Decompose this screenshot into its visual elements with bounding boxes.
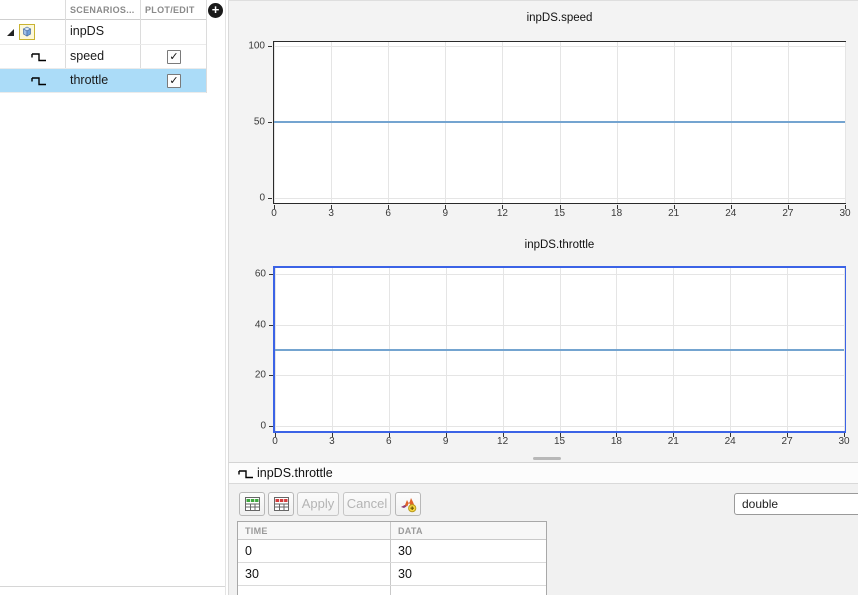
time-cell[interactable]: 0 xyxy=(238,540,391,562)
plot-edit-checkbox[interactable]: ✓ xyxy=(167,74,181,88)
tree-row-label: throttle xyxy=(70,73,109,87)
x-tick-label: 27 xyxy=(781,436,793,447)
tree-row-throttle[interactable]: throttle ✓ xyxy=(0,69,206,93)
tree-header-row: SCENARIOS... PLOT/EDIT xyxy=(0,0,206,20)
y-tick-label: 0 xyxy=(260,420,266,432)
x-tick-label: 30 xyxy=(838,436,850,447)
panel-bottom-border xyxy=(0,586,225,587)
y-tickmark xyxy=(269,273,273,275)
x-tick-label: 9 xyxy=(442,208,449,219)
delete-row-button[interactable] xyxy=(268,492,294,516)
x-gridline xyxy=(845,42,846,203)
plot-title-throttle: inpDS.throttle xyxy=(524,239,595,251)
panel-splitter[interactable] xyxy=(225,0,226,595)
x-tick-label: 12 xyxy=(496,208,508,219)
table-row[interactable]: 0 30 xyxy=(238,540,546,563)
plot-edit-column-header: PLOT/EDIT xyxy=(145,5,195,15)
table-header-row: TIME DATA xyxy=(238,522,546,540)
signal-edit-panel: inpDS.throttle Apply Cancel double TIME … xyxy=(228,462,858,595)
edited-signal-header: inpDS.throttle xyxy=(229,463,858,484)
matlab-expression-button[interactable] xyxy=(395,492,421,516)
signal-editor-window: SCENARIOS... PLOT/EDIT inpDS speed ✓ thr… xyxy=(0,0,858,595)
x-tick-label: 30 xyxy=(839,208,851,219)
table-row[interactable]: 30 30 xyxy=(238,563,546,586)
signal-step-icon xyxy=(238,466,254,482)
tree-row-speed[interactable]: speed ✓ xyxy=(0,45,206,69)
x-tick-label: 9 xyxy=(442,436,449,447)
plot-title-speed: inpDS.speed xyxy=(526,12,593,24)
plot-edit-checkbox[interactable]: ✓ xyxy=(167,50,181,64)
y-tickmark xyxy=(268,122,272,124)
x-tick-label: 27 xyxy=(782,208,794,219)
h-scrollbar-thumb[interactable] xyxy=(533,457,561,460)
data-cell[interactable]: 30 xyxy=(391,563,546,585)
dataset-cube-icon xyxy=(19,24,35,40)
insert-row-button[interactable] xyxy=(239,492,265,516)
column-divider xyxy=(206,0,207,93)
signal-step-icon xyxy=(31,49,47,65)
plot-box-throttle[interactable]: 0 20 40 60 0 3 6 9 12 15 18 21 24 27 30 xyxy=(255,266,850,447)
time-cell[interactable] xyxy=(238,586,391,595)
x-tick-label: 21 xyxy=(668,208,680,219)
y-tickmark xyxy=(268,45,272,47)
x-tick-label: 0 xyxy=(271,208,277,219)
x-tick-label: 3 xyxy=(328,208,334,219)
apply-button[interactable]: Apply xyxy=(297,492,339,516)
table-row-empty[interactable] xyxy=(238,586,546,595)
x-tick-label: 6 xyxy=(386,436,392,447)
signal-line[interactable] xyxy=(274,121,845,124)
y-tickmark xyxy=(269,324,273,326)
y-tick-label: 0 xyxy=(259,192,265,204)
y-tickmark xyxy=(268,198,272,200)
tree-row-inpds[interactable]: inpDS xyxy=(0,20,206,45)
x-tick-label: 3 xyxy=(329,436,335,447)
y-tick-label: 50 xyxy=(253,116,265,128)
data-column-header: DATA xyxy=(398,526,423,536)
scenario-tree-panel: SCENARIOS... PLOT/EDIT inpDS speed ✓ thr… xyxy=(0,0,225,595)
time-column-header: TIME xyxy=(238,522,391,539)
data-type-dropdown[interactable]: double xyxy=(734,493,858,515)
x-tick-label: 21 xyxy=(667,436,679,447)
add-scenario-button plus-circle-icon[interactable]: + xyxy=(208,3,223,18)
x-tick-label: 15 xyxy=(553,208,566,219)
cancel-button[interactable]: Cancel xyxy=(343,492,391,516)
x-tick-label: 0 xyxy=(272,436,278,447)
y-tick-label: 40 xyxy=(254,319,266,331)
tree-row-label: speed xyxy=(70,49,105,63)
data-cell[interactable]: 30 xyxy=(391,540,546,562)
signal-data-table: TIME DATA 0 30 30 30 xyxy=(237,521,547,595)
plot-box-speed[interactable]: 0 50 100 0 3 6 9 12 15 18 21 24 27 30 xyxy=(248,40,850,219)
expand-caret-icon[interactable] xyxy=(7,29,14,36)
x-tick-label: 24 xyxy=(724,436,736,447)
y-tickmark xyxy=(269,426,273,428)
y-tick-label: 20 xyxy=(254,369,266,381)
data-cell[interactable] xyxy=(391,586,546,595)
edited-signal-label: inpDS.throttle xyxy=(257,466,333,480)
y-tick-label: 100 xyxy=(248,40,265,52)
x-tick-label: 6 xyxy=(385,208,391,219)
time-cell[interactable]: 30 xyxy=(238,563,391,585)
x-tick-label: 18 xyxy=(611,208,623,219)
x-tick-label: 12 xyxy=(497,436,509,447)
x-tick-label: 18 xyxy=(610,436,622,447)
x-tick-label: 15 xyxy=(553,436,566,447)
signal-line[interactable] xyxy=(275,349,844,351)
scenarios-column-header: SCENARIOS... xyxy=(70,5,135,15)
x-tick-label: 24 xyxy=(725,208,737,219)
edit-toolbar: Apply Cancel double xyxy=(229,485,858,520)
y-tick-label: 60 xyxy=(254,268,266,280)
plot-panel: inpDS.speed 0 50 100 0 3 6 9 12 15 18 21 24 27 30 inp… xyxy=(228,0,858,462)
tree-row-label: inpDS xyxy=(70,24,105,38)
y-tickmark xyxy=(269,375,273,377)
x-gridline xyxy=(844,268,845,431)
signal-step-icon xyxy=(31,73,47,89)
